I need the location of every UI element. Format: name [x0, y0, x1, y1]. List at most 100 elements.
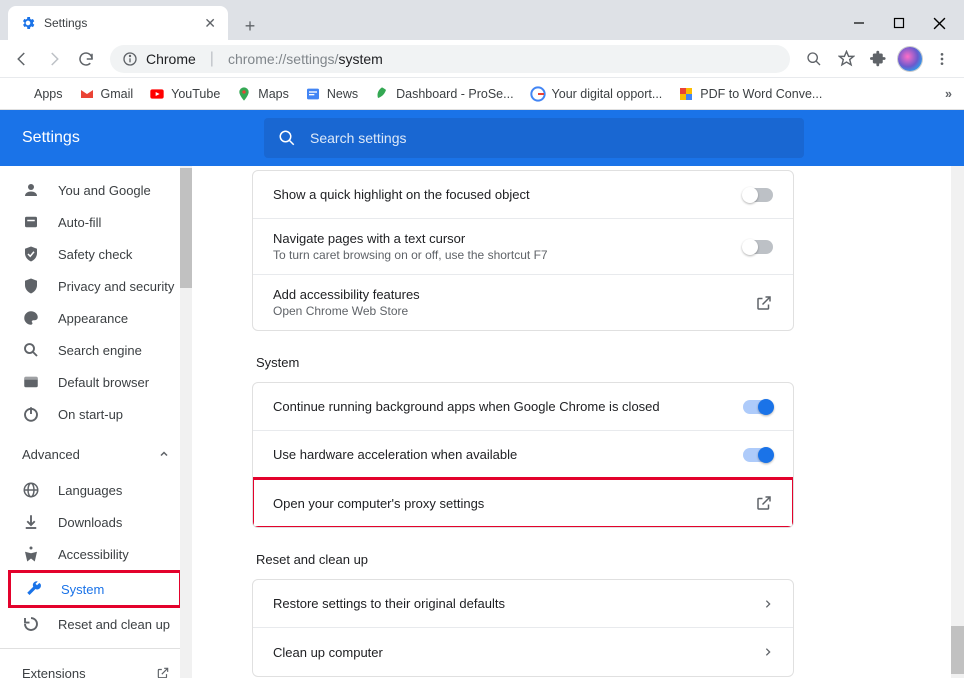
youtube-icon [149, 86, 165, 102]
main-panel: Show a quick highlight on the focused ob… [192, 166, 964, 678]
download-icon [22, 513, 40, 531]
main-scrollbar[interactable] [951, 166, 964, 678]
shield-icon [22, 277, 40, 295]
news-icon [305, 86, 321, 102]
chevron-right-icon [763, 597, 773, 611]
reload-button[interactable] [72, 45, 100, 73]
gear-icon [20, 15, 36, 31]
maps-pin-icon [236, 86, 252, 102]
reset-card: Restore settings to their original defau… [252, 579, 794, 677]
sidebar-item-privacy[interactable]: Privacy and security [0, 270, 192, 302]
bookmark-dashboard[interactable]: Dashboard - ProSe... [374, 86, 513, 102]
accessibility-icon [22, 545, 40, 563]
tab-title: Settings [44, 16, 196, 30]
section-title-system: System [256, 355, 794, 370]
address-field[interactable]: Chrome | chrome://settings/system [110, 45, 790, 73]
apps-grid-icon [12, 86, 28, 102]
toggle-off[interactable] [743, 188, 773, 202]
chevron-right-icon [763, 645, 773, 659]
apps-shortcut[interactable]: Apps [12, 86, 63, 102]
sidebar-item-downloads[interactable]: Downloads [0, 506, 192, 538]
leaf-icon [374, 86, 390, 102]
address-url: chrome://settings/system [228, 51, 383, 67]
google-g-icon [530, 86, 546, 102]
sidebar: You and Google Auto-fill Safety check Pr… [0, 166, 192, 678]
shield-check-icon [22, 245, 40, 263]
wrench-icon [25, 580, 43, 598]
row-hardware-accel[interactable]: Use hardware acceleration when available [253, 431, 793, 479]
menu-dots-icon[interactable] [928, 45, 956, 73]
row-caret-browsing[interactable]: Navigate pages with a text cursor To tur… [253, 219, 793, 275]
sidebar-item-reset[interactable]: Reset and clean up [0, 608, 192, 640]
sidebar-extensions[interactable]: Extensions [0, 657, 192, 678]
row-cleanup-computer[interactable]: Clean up computer [253, 628, 793, 676]
maximize-icon[interactable] [890, 14, 908, 32]
row-proxy-settings[interactable]: Open your computer's proxy settings [253, 479, 793, 527]
row-restore-defaults[interactable]: Restore settings to their original defau… [253, 580, 793, 628]
browser-tab[interactable]: Settings ✕ [8, 6, 228, 40]
pdf-icon [678, 86, 694, 102]
bookmark-maps[interactable]: Maps [236, 86, 289, 102]
person-icon [22, 181, 40, 199]
browser-icon [22, 373, 40, 391]
settings-search[interactable] [264, 118, 804, 158]
bookmark-star-icon[interactable] [832, 45, 860, 73]
sidebar-item-system-highlight: System [8, 570, 182, 608]
sidebar-item-startup[interactable]: On start-up [0, 398, 192, 430]
sidebar-item-safety[interactable]: Safety check [0, 238, 192, 270]
row-background-apps[interactable]: Continue running background apps when Go… [253, 383, 793, 431]
gmail-icon [79, 86, 95, 102]
new-tab-button[interactable]: + [236, 12, 264, 40]
zoom-icon[interactable] [800, 45, 828, 73]
system-card: Continue running background apps when Go… [252, 382, 794, 528]
back-button[interactable] [8, 45, 36, 73]
power-icon [22, 405, 40, 423]
site-info-icon[interactable] [122, 51, 138, 67]
sidebar-scrollbar[interactable] [180, 166, 192, 678]
content-area: You and Google Auto-fill Safety check Pr… [0, 166, 964, 678]
sidebar-item-autofill[interactable]: Auto-fill [0, 206, 192, 238]
bookmark-news[interactable]: News [305, 86, 358, 102]
address-bar: Chrome | chrome://settings/system [0, 40, 964, 78]
section-title-reset: Reset and clean up [256, 552, 794, 567]
close-window-icon[interactable] [930, 14, 948, 32]
toggle-off[interactable] [743, 240, 773, 254]
bookmarks-bar: Apps Gmail YouTube Maps News Dashboard -… [0, 78, 964, 110]
close-icon[interactable]: ✕ [204, 15, 216, 32]
globe-icon [22, 481, 40, 499]
sidebar-item-search[interactable]: Search engine [0, 334, 192, 366]
profile-avatar[interactable] [896, 45, 924, 73]
chevron-up-icon [158, 448, 170, 460]
window-titlebar: Settings ✕ + [0, 0, 964, 40]
sidebar-advanced-toggle[interactable]: Advanced [0, 438, 192, 470]
sidebar-item-languages[interactable]: Languages [0, 474, 192, 506]
row-add-accessibility[interactable]: Add accessibility features Open Chrome W… [253, 275, 793, 330]
launch-icon [755, 294, 773, 312]
bookmark-pdf[interactable]: PDF to Word Conve... [678, 86, 822, 102]
toggle-on[interactable] [743, 448, 773, 462]
bookmark-youtube[interactable]: YouTube [149, 86, 220, 102]
sidebar-item-appearance[interactable]: Appearance [0, 302, 192, 334]
sidebar-item-you-and-google[interactable]: You and Google [0, 174, 192, 206]
bookmark-digital[interactable]: Your digital opport... [530, 86, 663, 102]
search-icon [22, 341, 40, 359]
restore-icon [22, 615, 40, 633]
bookmarks-overflow[interactable]: » [945, 87, 952, 101]
minimize-icon[interactable] [850, 14, 868, 32]
palette-icon [22, 309, 40, 327]
search-input[interactable] [310, 130, 790, 146]
accessibility-card: Show a quick highlight on the focused ob… [252, 170, 794, 331]
search-icon [278, 129, 296, 147]
forward-button[interactable] [40, 45, 68, 73]
address-scheme: Chrome [146, 51, 196, 67]
window-controls [850, 6, 956, 40]
sidebar-item-accessibility[interactable]: Accessibility [0, 538, 192, 570]
bookmark-gmail[interactable]: Gmail [79, 86, 134, 102]
toggle-on[interactable] [743, 400, 773, 414]
row-highlight-focused[interactable]: Show a quick highlight on the focused ob… [253, 171, 793, 219]
extensions-icon[interactable] [864, 45, 892, 73]
sidebar-item-system[interactable]: System [25, 573, 179, 605]
autofill-icon [22, 213, 40, 231]
settings-header: Settings [0, 110, 964, 166]
sidebar-item-default-browser[interactable]: Default browser [0, 366, 192, 398]
